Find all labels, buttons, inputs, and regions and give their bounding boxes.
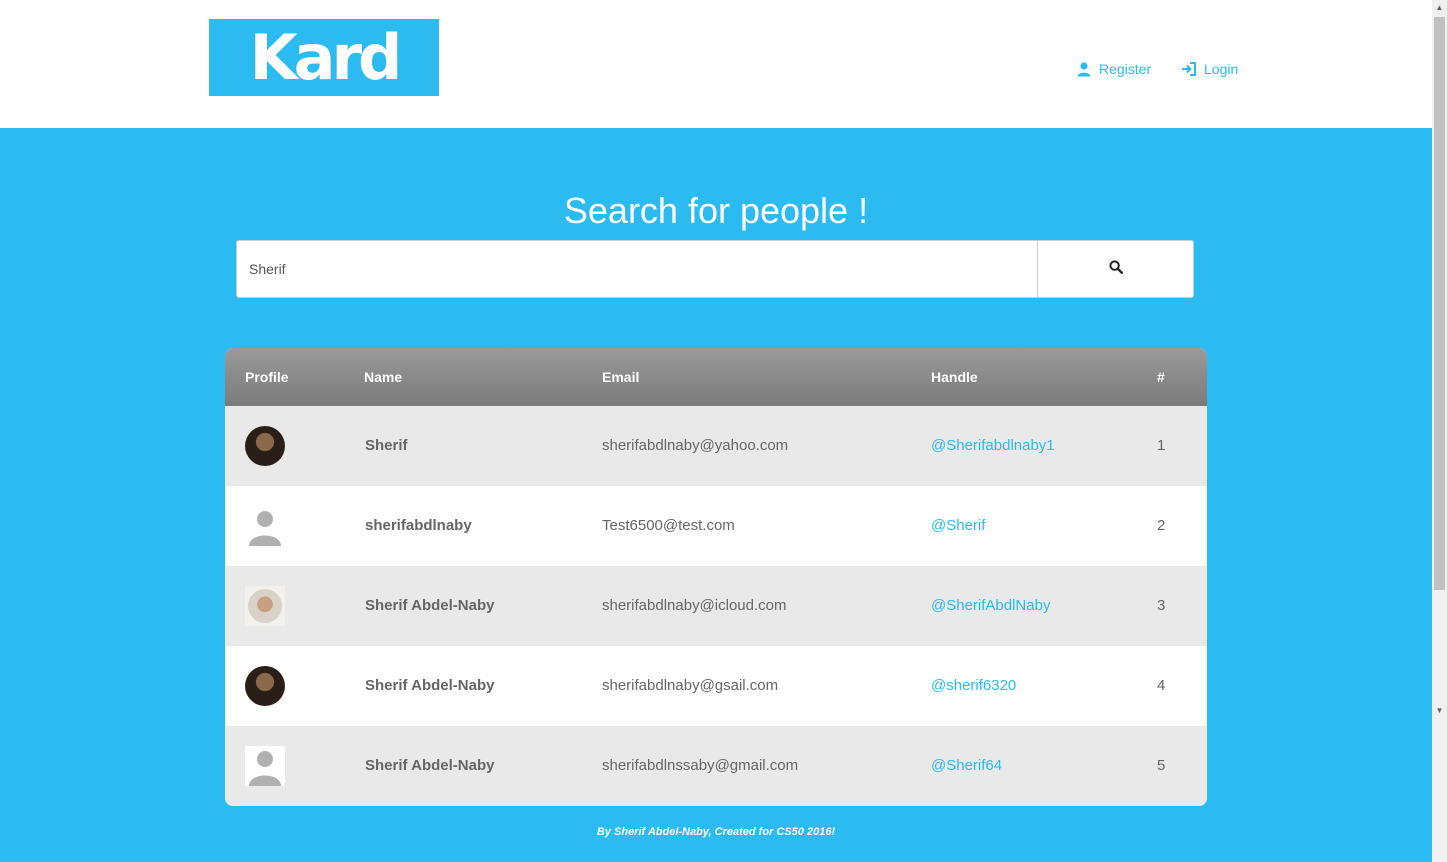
table-row[interactable]: Sherif Abdel-Naby sherifabdlnaby@icloud.… bbox=[225, 566, 1207, 646]
avatar bbox=[245, 746, 285, 786]
row-number: 3 bbox=[1157, 597, 1166, 614]
default-user-icon bbox=[249, 751, 281, 786]
row-number: 5 bbox=[1157, 757, 1166, 774]
register-link[interactable]: Register bbox=[1076, 60, 1151, 78]
default-user-icon bbox=[249, 511, 281, 546]
header-email: Email bbox=[602, 369, 640, 385]
search-button[interactable] bbox=[1037, 241, 1194, 297]
header-number: # bbox=[1157, 369, 1165, 385]
search-input[interactable] bbox=[237, 241, 1037, 297]
row-number: 2 bbox=[1157, 517, 1166, 534]
scroll-down-icon[interactable]: ▼ bbox=[1432, 703, 1447, 718]
log-in-icon bbox=[1181, 61, 1197, 77]
row-handle-link[interactable]: @sherif6320 bbox=[931, 646, 1016, 726]
table-row[interactable]: Sherif Abdel-Naby sherifabdlnssaby@gmail… bbox=[225, 726, 1207, 806]
header-handle: Handle bbox=[931, 369, 978, 385]
page-title: Search for people ! bbox=[563, 190, 869, 231]
row-name: Sherif Abdel-Naby bbox=[365, 597, 495, 614]
table-row[interactable]: Sherif sherifabdlnaby@yahoo.com @Sherifa… bbox=[225, 406, 1207, 486]
header-profile: Profile bbox=[245, 369, 289, 385]
row-email: Test6500@test.com bbox=[602, 517, 735, 534]
row-handle-link[interactable]: @SherifAbdlNaby bbox=[931, 566, 1050, 646]
row-name: Sherif Abdel-Naby bbox=[365, 677, 495, 694]
avatar bbox=[245, 666, 285, 706]
register-label: Register bbox=[1099, 61, 1152, 77]
avatar bbox=[245, 506, 285, 546]
scroll-up-icon[interactable]: ▲ bbox=[1432, 0, 1447, 15]
header-name: Name bbox=[364, 369, 403, 385]
row-handle-link[interactable]: @Sherif64 bbox=[931, 726, 1002, 806]
scroll-thumb[interactable] bbox=[1434, 17, 1445, 590]
row-handle-link[interactable]: @Sherifabdlnaby1 bbox=[931, 406, 1055, 486]
login-label: Login bbox=[1204, 61, 1239, 77]
site-header: Kard Register Login bbox=[0, 0, 1432, 128]
user-icon bbox=[1076, 61, 1092, 77]
row-name: sherifabdlnaby bbox=[365, 517, 472, 534]
logo[interactable]: Kard bbox=[209, 19, 439, 96]
row-name: Sherif bbox=[365, 437, 408, 454]
search-icon bbox=[1109, 259, 1123, 279]
row-handle-link[interactable]: @Sherif bbox=[931, 486, 985, 566]
table-row[interactable]: Sherif Abdel-Naby sherifabdlnaby@gsail.c… bbox=[225, 646, 1207, 726]
row-number: 1 bbox=[1157, 437, 1166, 454]
row-number: 4 bbox=[1157, 677, 1166, 694]
row-email: sherifabdlnaby@gsail.com bbox=[602, 677, 779, 694]
row-email: sherifabdlnssaby@gmail.com bbox=[602, 757, 799, 774]
row-name: Sherif Abdel-Naby bbox=[365, 757, 495, 774]
table-header: Profile Name Email Handle # bbox=[225, 348, 1207, 406]
row-email: sherifabdlnaby@yahoo.com bbox=[602, 437, 789, 454]
avatar bbox=[245, 586, 285, 626]
main-section: Search for people ! Profile Name Email H… bbox=[0, 128, 1432, 862]
results-table: Profile Name Email Handle # Sherif sheri… bbox=[225, 348, 1207, 806]
search-bar bbox=[236, 240, 1194, 298]
footer-credit: By Sherif Abdel-Naby, Created for CS50 2… bbox=[596, 826, 836, 838]
table-row[interactable]: sherifabdlnaby Test6500@test.com @Sherif… bbox=[225, 486, 1207, 566]
login-link[interactable]: Login bbox=[1181, 60, 1238, 78]
vertical-scrollbar[interactable]: ▲ ▼ bbox=[1432, 0, 1447, 862]
avatar bbox=[245, 426, 285, 466]
row-email: sherifabdlnaby@icloud.com bbox=[602, 597, 787, 614]
